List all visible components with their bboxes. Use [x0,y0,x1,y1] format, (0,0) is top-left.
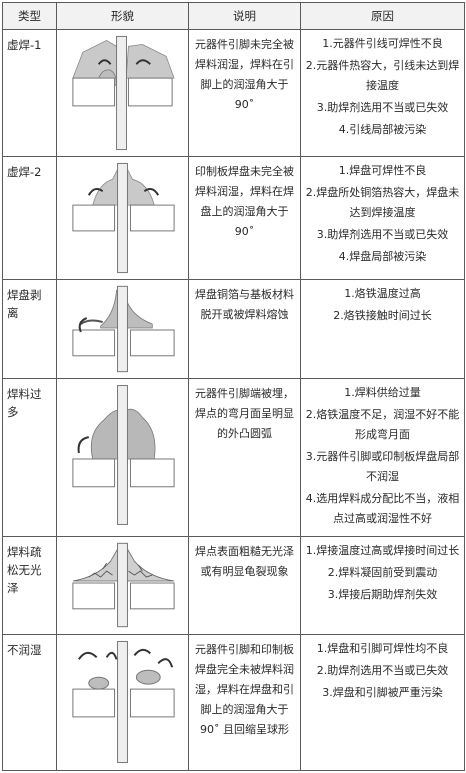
header-cause: 原因 [300,2,465,30]
solder-defect-page: 类型 形貌 说明 原因 虚焊-1 元器件引脚未完全被焊料润湿，焊料在引脚上的润湿 [0,0,466,773]
pcb-left [72,582,116,610]
pcb-left [72,204,116,232]
row-causes: 1.烙铁温度过高 2.烙铁接触时间过长 [300,279,465,379]
header-type: 类型 [2,2,57,30]
cause-item: 1.焊盘和引脚可焊性均不良 [316,642,449,655]
pcb-left [72,329,116,357]
pcb-right [129,329,175,357]
cause-item: 3.焊接后期助焊剂失效 [327,588,438,601]
header-row: 类型 形貌 说明 原因 [2,2,465,30]
pcb-left [72,77,116,107]
cause-item: 2.助焊剂选用不当或已失效 [316,664,449,677]
table-row: 虚焊-1 元器件引脚未完全被焊料润湿，焊料在引脚上的润湿角大于 90˚ 1.元器… [2,29,465,157]
excess-solder-diagram [72,385,175,525]
pcb-left [72,688,116,718]
row-type: 不润湿 [2,634,57,771]
pcb-right [129,204,175,232]
row-causes: 1.焊料供给过量 2.烙铁温度不足，润湿不好不能形成弯月面 3.元器件引脚或印制… [300,378,465,537]
convex-arrow [77,436,89,454]
cause-item: 1.烙铁温度过高 [344,287,421,300]
cold-joint-1-diagram [72,35,175,151]
row-causes: 1.元器件引线可焊性不良 2.元器件热容大，引线未达到焊接温度 3.助焊剂选用不… [300,29,465,157]
retract-arrow-3 [133,648,151,657]
component-lead [117,162,128,274]
component-lead [117,285,128,373]
rough-solder-diagram [72,542,175,628]
row-desc: 元器件引脚端被埋，焊点的弯月面呈明显的外凸圆弧 [188,378,301,537]
table-row: 不润湿 元器件引脚和印制板焊盘完全未被焊料润湿，焊料在焊盘和引脚上的润湿角大于 … [2,634,465,771]
row-shape [56,634,189,771]
pad-lift-diagram [72,285,175,373]
table-row: 焊盘剥离 焊盘铜箔与基板材料脱开或被焊料熔蚀 1.烙铁温度过高 2.烙铁接触时间… [2,279,465,379]
cause-item: 1.焊接温度过高或焊接时间过长 [305,544,460,557]
row-type: 焊盘剥离 [2,279,57,379]
row-causes: 1.焊盘和引脚可焊性均不良 2.助焊剂选用不当或已失效 3.焊盘和引脚被严重污染 [300,634,465,771]
header-shape: 形貌 [56,2,189,30]
retract-arrow-2 [105,651,118,660]
row-desc: 元器件引脚和印制板焊盘完全未被焊料润湿，焊料在焊盘和引脚上的润湿角大于 90˚ … [188,634,301,771]
solder-ball-left [88,676,110,690]
solder-ball-right [135,669,161,685]
row-causes: 1.焊接温度过高或焊接时间过长 2.焊料凝固前受到震动 3.焊接后期助焊剂失效 [300,536,465,635]
cause-item: 2.烙铁温度不足，润湿不好不能形成弯月面 [305,408,460,441]
row-type: 焊料疏松无光泽 [2,536,57,635]
cause-item: 1.焊盘可焊性不良 [338,164,427,177]
component-lead [117,385,128,525]
row-shape [56,378,189,537]
cause-item: 1.元器件引线可焊性不良 [322,37,443,50]
cause-item: 1.焊料供给过量 [344,386,421,399]
row-causes: 1.焊盘可焊性不良 2.焊盘所处铜箔热容大，焊盘未达到焊接温度 3.助焊剂选用不… [300,156,465,280]
row-shape [56,156,189,280]
retract-arrow-4 [157,658,174,668]
header-desc: 说明 [188,2,301,30]
pcb-left [72,458,116,488]
cause-item: 2.烙铁接触时间过长 [333,309,432,322]
solder-defect-table: 类型 形貌 说明 原因 虚焊-1 元器件引脚未完全被焊料润湿，焊料在引脚上的润湿 [2,2,465,771]
pcb-right [129,582,175,610]
row-desc: 印制板焊盘未完全被焊料润湿，焊料在焊盘上的润湿角大于 90˚ [188,156,301,280]
cause-item: 4.焊盘局部被污染 [338,250,427,263]
table-row: 焊料疏松无光泽 焊点表面粗糙无光泽或有明显龟裂现象 1.焊接温度过高或焊接时间过… [2,536,465,635]
lifted-copper [80,319,103,325]
row-shape [56,536,189,635]
pcb-right [129,688,175,718]
row-type: 焊料过多 [2,378,57,537]
retract-arrow-1 [78,651,98,660]
cause-item: 3.元器件引脚或印制板焊盘局部不润湿 [305,450,460,483]
non-wetting-diagram [72,640,175,764]
row-shape [56,29,189,157]
cause-item: 4.引线局部被污染 [338,123,427,136]
row-type: 虚焊-1 [2,29,57,157]
cold-joint-2-diagram [72,162,175,274]
cause-item: 2.元器件热容大，引线未达到焊接温度 [305,59,460,92]
pcb-right [129,458,175,488]
cause-item: 3.助焊剂选用不当或已失效 [316,101,449,114]
row-shape [56,279,189,379]
table-row: 焊料过多 元器件引脚端被埋，焊点的弯月面呈明显的外凸圆弧 1.焊料供给过量 2.… [2,378,465,537]
pcb-right [127,77,173,107]
cause-item: 3.焊盘和引脚被严重污染 [322,686,443,699]
cause-item: 4.选用焊料成分配比不当，液相点过高或润湿性不好 [305,492,460,525]
row-desc: 元器件引脚未完全被焊料润湿，焊料在引脚上的润湿角大于 90˚ [188,29,301,157]
component-lead [116,35,127,151]
component-lead [117,542,128,628]
row-desc: 焊点表面粗糙无光泽或有明显龟裂现象 [188,536,301,635]
component-lead [117,640,128,764]
cause-item: 3.助焊剂选用不当或已失效 [316,228,449,241]
cause-item: 2.焊料凝固前受到震动 [327,566,438,579]
row-type: 虚焊-2 [2,156,57,280]
row-desc: 焊盘铜箔与基板材料脱开或被焊料熔蚀 [188,279,301,379]
cause-item: 2.焊盘所处铜箔热容大，焊盘未达到焊接温度 [305,186,460,219]
table-row: 虚焊-2 印制板焊盘未完全被焊料润湿，焊料在焊盘上的润湿角大于 90˚ 1.焊盘… [2,156,465,280]
